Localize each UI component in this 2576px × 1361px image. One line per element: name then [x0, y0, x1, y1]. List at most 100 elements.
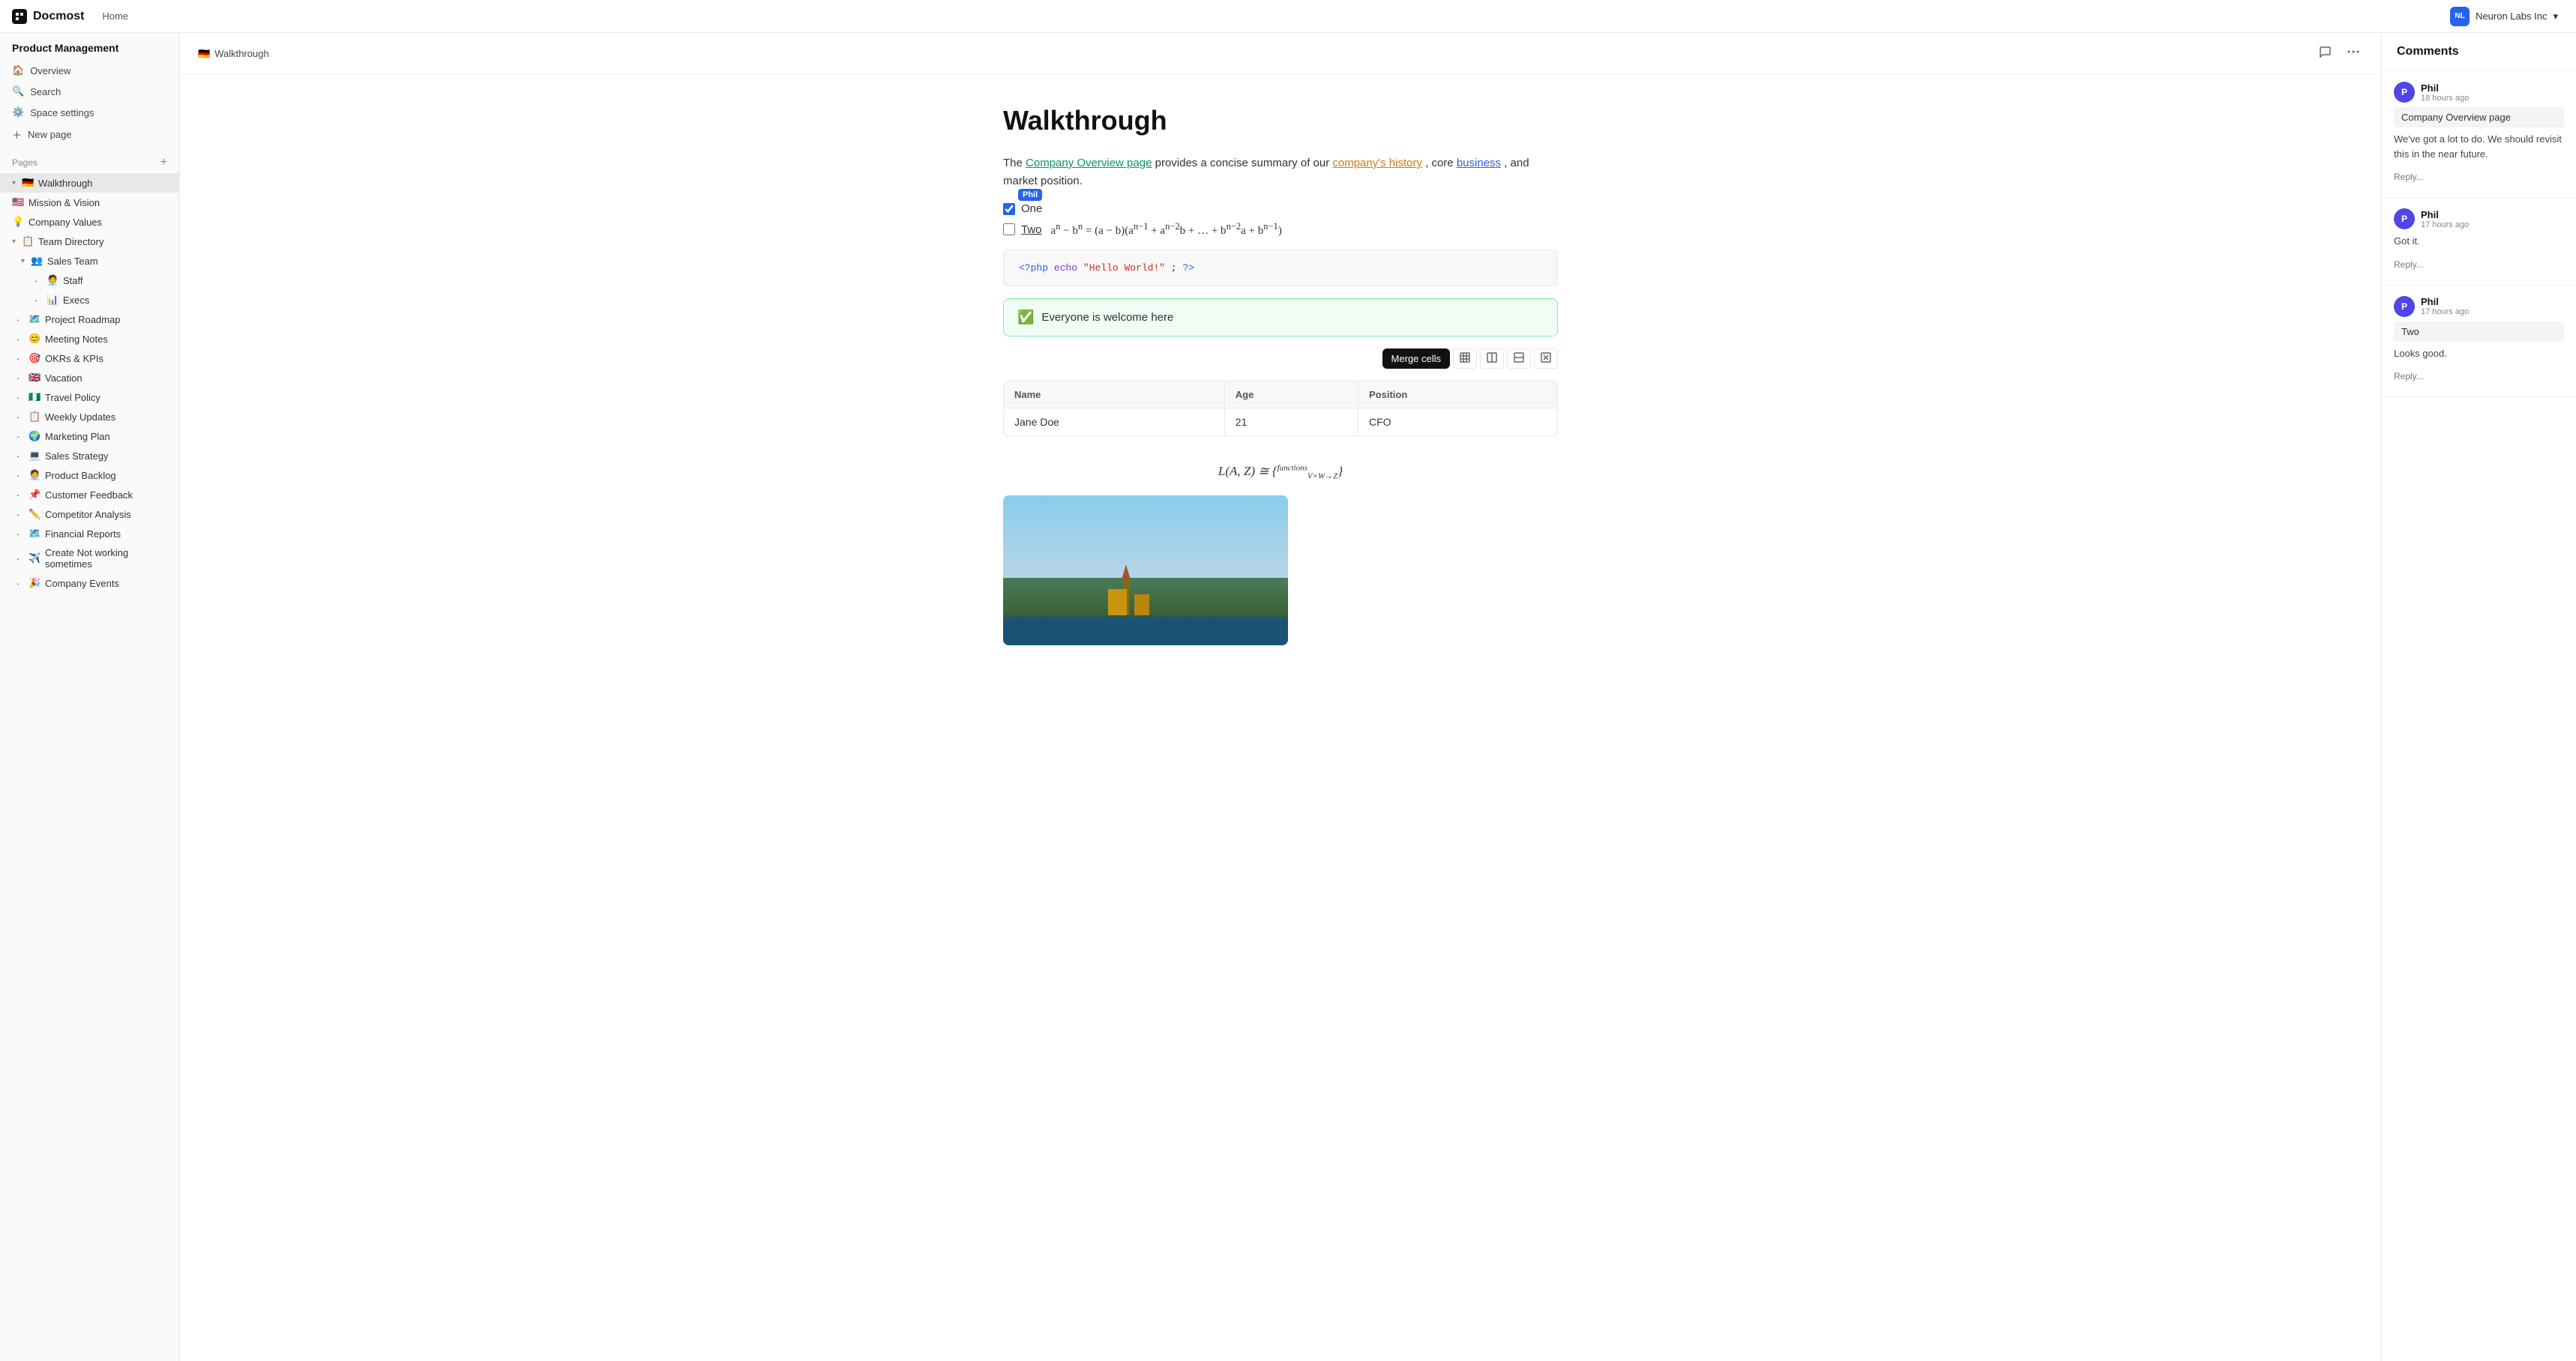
sidebar-item-search[interactable]: 🔍 Search	[0, 81, 179, 102]
doc-header-bar: 🇩🇪 Walkthrough	[180, 33, 2381, 75]
code-php-open: <?php	[1019, 262, 1048, 274]
page-label-values: Company Values	[28, 217, 102, 228]
sidebar: Product Management 🏠 Overview 🔍 Search ⚙…	[0, 33, 180, 1361]
comment-reply-input-2[interactable]	[2394, 255, 2564, 274]
page-icon-meeting: 😊	[28, 333, 40, 345]
page-label-mission: Mission & Vision	[28, 197, 100, 208]
intro-middle: provides a concise summary of our	[1155, 157, 1333, 169]
table-col-name: Name	[1004, 381, 1224, 408]
page-item-vacation[interactable]: · 🇬🇧 Vacation	[0, 368, 179, 387]
page-item-weekly-updates[interactable]: · 📋 Weekly Updates	[0, 407, 179, 426]
page-item-sales-strategy[interactable]: · 💻 Sales Strategy	[0, 446, 179, 465]
page-icon-competitor: ✏️	[28, 508, 40, 520]
breadcrumb: 🇩🇪 Walkthrough	[198, 48, 269, 60]
page-label-customer-feedback: Customer Feedback	[45, 489, 133, 501]
page-item-staff[interactable]: · 🧑‍💼 Staff	[0, 271, 179, 290]
page-item-company-values[interactable]: 💡 Company Values	[0, 212, 179, 232]
math-formula: L(A, Z) ≅ {functionsV×W→Z}	[1218, 464, 1343, 478]
comment-reply-input-3[interactable]	[2394, 366, 2564, 386]
checkbox-1[interactable]	[1003, 203, 1015, 215]
history-link[interactable]: company's history	[1332, 157, 1422, 169]
doc-image	[1003, 495, 1288, 645]
page-label-walkthrough: Walkthrough	[38, 178, 93, 189]
add-page-button[interactable]: +	[160, 157, 167, 169]
page-item-project-roadmap[interactable]: · 🗺️ Project Roadmap	[0, 310, 179, 329]
page-icon-marketing: 🌍	[28, 430, 40, 442]
business-link[interactable]: business	[1457, 157, 1501, 169]
table-cell-position: CFO	[1358, 408, 1557, 436]
page-item-customer-feedback[interactable]: · 📌 Customer Feedback	[0, 485, 179, 504]
table-row-btn[interactable]	[1507, 348, 1531, 369]
data-table: Name Age Position Jane Doe 21 CFO	[1003, 381, 1558, 436]
table-settings-btn-1[interactable]	[1453, 348, 1477, 369]
table-cell-age: 21	[1224, 408, 1358, 436]
more-options-button[interactable]	[2344, 42, 2363, 65]
page-label-weekly: Weekly Updates	[45, 411, 115, 423]
page-item-competitor-analysis[interactable]: · ✏️ Competitor Analysis	[0, 504, 179, 524]
pages-header: Pages +	[0, 152, 179, 173]
sidebar-item-label-new-page: New page	[28, 129, 72, 140]
chevron-down-icon-td: ▾	[12, 238, 16, 246]
page-item-create-not-working[interactable]: · ✈️ Create Not working sometimes	[0, 543, 179, 573]
page-icon-okrs: 🎯	[28, 352, 40, 364]
page-item-sales-team[interactable]: ▾ 👥 Sales Team	[0, 251, 179, 271]
comment-button[interactable]	[2315, 42, 2335, 65]
checklist-label-1: One	[1021, 202, 1042, 215]
comments-header: Comments	[2382, 33, 2576, 71]
table-col-age: Age	[1224, 381, 1358, 408]
page-item-mission-vision[interactable]: 🇺🇸 Mission & Vision	[0, 193, 179, 212]
sidebar-item-overview[interactable]: 🏠 Overview	[0, 60, 179, 81]
comment-time-2: 17 hours ago	[2421, 220, 2469, 229]
page-icon-wu-dot: ·	[12, 411, 24, 423]
page-item-okrs[interactable]: · 🎯 OKRs & KPIs	[0, 348, 179, 368]
page-icon-create-not-working: ✈️	[28, 552, 40, 564]
page-label-company-events: Company Events	[45, 578, 119, 589]
page-item-financial-reports[interactable]: · 🗺️ Financial Reports	[0, 524, 179, 543]
checklist-item-2: Two an − bn = (a − b)(an−1 + an−2b + … +…	[1003, 221, 1558, 238]
checklist-item-1: Phil One	[1003, 202, 1558, 215]
comment-user-info-1: Phil 18 hours ago	[2421, 82, 2469, 103]
main-layout: Product Management 🏠 Overview 🔍 Search ⚙…	[0, 33, 2576, 1361]
user-menu[interactable]: NL Neuron Labs Inc ▾	[2444, 4, 2564, 29]
comment-user-row-1: P Phil 18 hours ago	[2394, 82, 2564, 103]
comment-reply-input-1[interactable]	[2394, 167, 2564, 187]
merge-cells-button[interactable]: Merge cells	[1382, 348, 1450, 369]
page-item-team-directory[interactable]: ▾ 📋 Team Directory	[0, 232, 179, 251]
page-icon-product-backlog: 🧑‍💼	[28, 469, 40, 481]
comment-avatar-2: P	[2394, 208, 2415, 229]
page-item-product-backlog[interactable]: · 🧑‍💼 Product Backlog	[0, 465, 179, 485]
page-item-company-events[interactable]: · 🎉 Company Events	[0, 573, 179, 593]
code-php-close: ?>	[1182, 262, 1194, 274]
page-icon-roadmap: 🗺️	[28, 313, 40, 325]
company-overview-link[interactable]: Company Overview page	[1026, 157, 1152, 169]
page-icon-travel: 🇳🇬	[28, 391, 40, 403]
page-icon-ca-dot: ·	[12, 509, 24, 520]
checkbox-2[interactable]	[1003, 223, 1015, 235]
page-icon-staff: ·	[30, 275, 42, 286]
chevron-down-icon: ▾	[12, 179, 16, 187]
checklist-math-formula: an − bn = (a − b)(an−1 + an−2b + … + bn−…	[1051, 221, 1282, 238]
table-delete-btn[interactable]	[1534, 348, 1558, 369]
sidebar-item-label-search: Search	[30, 86, 61, 97]
page-item-execs[interactable]: · 📊 Execs	[0, 290, 179, 310]
breadcrumb-icon: 🇩🇪	[198, 48, 210, 60]
table-col-btn[interactable]	[1480, 348, 1504, 369]
page-icon-mn-dot: ·	[12, 334, 24, 345]
page-icon-company-events: 🎉	[28, 577, 40, 589]
comment-user-info-3: Phil 17 hours ago	[2421, 296, 2469, 316]
comment-highlight-1: Company Overview page	[2394, 107, 2564, 127]
callout-text: Everyone is welcome here	[1041, 311, 1173, 324]
home-link[interactable]: Home	[96, 7, 134, 25]
page-item-walkthrough[interactable]: ▾ 🇩🇪 Walkthrough	[0, 173, 179, 193]
comment-avatar-1: P	[2394, 82, 2415, 103]
table-toolbar: Merge cells	[1003, 348, 1558, 369]
page-item-meeting-notes[interactable]: · 😊 Meeting Notes	[0, 329, 179, 348]
page-item-marketing-plan[interactable]: · 🌍 Marketing Plan	[0, 426, 179, 446]
page-label-competitor: Competitor Analysis	[45, 509, 131, 520]
sidebar-item-space-settings[interactable]: ⚙️ Space settings	[0, 102, 179, 123]
logo-icon	[12, 9, 27, 24]
page-icon-sales-strategy: 💻	[28, 450, 40, 462]
sidebar-item-new-page[interactable]: ＋ New page	[0, 123, 179, 146]
comment-highlight-3: Two	[2394, 322, 2564, 342]
page-item-travel-policy[interactable]: · 🇳🇬 Travel Policy	[0, 387, 179, 407]
